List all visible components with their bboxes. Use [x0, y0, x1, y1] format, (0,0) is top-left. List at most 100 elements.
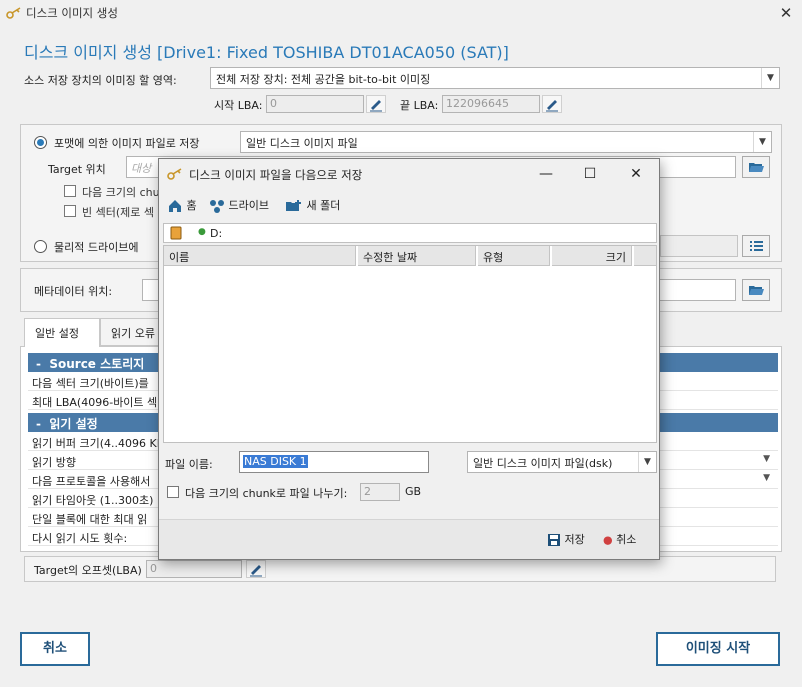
metadata-label: 메타데이터 위치:: [34, 285, 113, 298]
app-key-icon: [167, 168, 182, 180]
home-button[interactable]: 홈: [167, 197, 197, 217]
drives-icon: [210, 200, 224, 213]
app-key-icon: [6, 7, 21, 19]
target-location-label: Target 위치: [48, 163, 106, 176]
radio-save-to-file[interactable]: [34, 136, 47, 149]
filename-input[interactable]: NAS DISK 1: [239, 451, 429, 473]
end-lba-label: 끝 LBA:: [400, 99, 439, 112]
column-name[interactable]: 이름: [164, 246, 356, 266]
column-type[interactable]: 유형: [478, 246, 550, 266]
save-label: 저장: [564, 533, 585, 546]
drive-icon: [170, 226, 182, 240]
minimize-button[interactable]: —: [531, 163, 561, 185]
new-folder-button[interactable]: 새 폴더: [285, 197, 340, 217]
prop-label: 다음 프로토콜을 사용해서: [32, 475, 151, 488]
dialog-cancel-button[interactable]: ● 취소: [603, 531, 636, 547]
dialog-chunk-checkbox[interactable]: [167, 486, 179, 498]
start-imaging-button[interactable]: 이미징 시작: [656, 632, 780, 666]
source-area-select[interactable]: 전체 저장 장치: 전체 공간을 bit-to-bit 이미징 ▼: [210, 67, 780, 89]
section-source-label: Source 스토리지: [49, 357, 145, 371]
prop-label: 최대 LBA(4096-바이트 섹: [32, 396, 158, 409]
chunk-checkbox[interactable]: [64, 185, 76, 197]
empty-sector-checkbox[interactable]: [64, 205, 76, 217]
path-bar[interactable]: ● D:: [163, 223, 657, 243]
page-title: 디스크 이미지 생성 [Drive1: Fixed TOSHIBA DT01AC…: [24, 43, 509, 62]
prop-label: 읽기 버퍼 크기(4..4096 KB: [32, 437, 165, 450]
pencil-icon: [370, 100, 382, 112]
drives-label: 드라이브: [228, 199, 269, 212]
cancel-button[interactable]: 취소: [20, 632, 90, 666]
physical-drive-field[interactable]: [660, 235, 738, 257]
dialog-save-button[interactable]: 저장: [547, 531, 585, 547]
section-read-label: 읽기 설정: [49, 417, 98, 431]
filetype-value: 일반 디스크 이미지 파일(dsk): [473, 457, 613, 470]
filetype-select[interactable]: 일반 디스크 이미지 파일(dsk) ▼: [467, 451, 657, 473]
chevron-down-icon: ▼: [638, 452, 656, 472]
pencil-icon: [546, 100, 558, 112]
radio-physical-drive-label: 물리적 드라이브에: [54, 241, 139, 254]
new-folder-label: 새 폴더: [306, 199, 341, 212]
chevron-down-icon: ▼: [763, 454, 770, 464]
close-window-button[interactable]: ✕: [776, 3, 796, 23]
edit-end-lba-button[interactable]: [542, 95, 562, 113]
home-label: 홈: [186, 199, 197, 212]
new-folder-icon: [286, 200, 301, 211]
chevron-down-icon: ▼: [763, 473, 770, 483]
radio-physical-drive[interactable]: [34, 240, 47, 253]
drives-button[interactable]: 드라이브: [209, 197, 269, 217]
start-lba-field[interactable]: 0: [266, 95, 364, 113]
tab-general-label: 일반 설정: [35, 327, 79, 340]
home-icon: [169, 200, 181, 212]
offset-field[interactable]: 0: [146, 560, 242, 578]
path-label[interactable]: D:: [210, 227, 222, 240]
empty-sector-label: 빈 섹터(제로 섹: [82, 206, 155, 219]
maximize-button[interactable]: ☐: [575, 163, 605, 185]
tab-read-errors[interactable]: 읽기 오류: [100, 318, 160, 346]
dialog-chunk-value[interactable]: 2: [360, 483, 400, 501]
pencil-icon: [250, 565, 262, 577]
prop-label: 읽기 타임아웃 (1..300초): [32, 494, 154, 507]
prop-label: 단일 블록에 대한 최대 읽: [32, 513, 148, 526]
dialog-chunk-unit: GB: [405, 485, 422, 498]
column-size[interactable]: 크기: [552, 246, 632, 266]
target-location-placeholder: 대상: [131, 162, 152, 175]
folder-open-icon: [749, 163, 764, 172]
dialog-title: 디스크 이미지 파일을 다음으로 저장: [189, 168, 363, 182]
start-lba-label: 시작 LBA:: [214, 99, 263, 112]
path-separator-icon: ●: [198, 227, 206, 237]
source-area-value: 전체 저장 장치: 전체 공간을 bit-to-bit 이미징: [216, 73, 431, 86]
save-icon: [548, 534, 560, 546]
collapse-icon: -: [36, 357, 50, 371]
column-modified[interactable]: 수정한 날짜: [358, 246, 476, 266]
window-title: 디스크 이미지 생성: [26, 6, 118, 20]
file-format-select[interactable]: 일반 디스크 이미지 파일 ▼: [240, 131, 772, 153]
close-dialog-button[interactable]: ✕: [621, 163, 651, 185]
cancel-dot-icon: ●: [603, 533, 613, 547]
browse-metadata-button[interactable]: [742, 279, 770, 301]
browse-target-button[interactable]: [742, 156, 770, 178]
filename-value: NAS DISK 1: [243, 455, 308, 468]
edit-start-lba-button[interactable]: [366, 95, 386, 113]
list-icon: [750, 241, 763, 251]
prop-label: 읽기 방향: [32, 456, 76, 469]
filename-label: 파일 이름:: [165, 458, 213, 471]
dialog-chunk-label: 다음 크기의 chunk로 파일 나누기:: [185, 487, 348, 500]
offset-label: Target의 오프셋(LBA): [34, 564, 142, 577]
radio-save-to-file-label: 포맷에 의한 이미지 파일로 저장: [54, 137, 200, 150]
file-list[interactable]: 이름 수정한 날짜 유형 크기: [163, 245, 657, 443]
chevron-down-icon: ▼: [761, 68, 779, 88]
prop-label: 다음 섹터 크기(바이트)를: [32, 377, 149, 390]
folder-open-icon: [749, 286, 764, 295]
drive-list-button[interactable]: [742, 235, 770, 257]
cancel-label: 취소: [616, 533, 637, 546]
save-file-dialog: 디스크 이미지 파일을 다음으로 저장 — ☐ ✕ 홈 드라이브 새 폴더 ● …: [158, 158, 660, 560]
prop-label: 다시 읽기 시도 횟수:: [32, 532, 128, 545]
source-area-label: 소스 저장 장치의 이미징 할 영역:: [24, 74, 177, 87]
file-format-value: 일반 디스크 이미지 파일: [246, 137, 358, 150]
edit-offset-button[interactable]: [246, 560, 266, 578]
column-filler: [634, 246, 656, 266]
tab-general[interactable]: 일반 설정: [24, 318, 100, 347]
tab-read-errors-label: 읽기 오류: [111, 327, 155, 340]
end-lba-field[interactable]: 122096645: [442, 95, 540, 113]
collapse-icon: -: [36, 417, 50, 431]
